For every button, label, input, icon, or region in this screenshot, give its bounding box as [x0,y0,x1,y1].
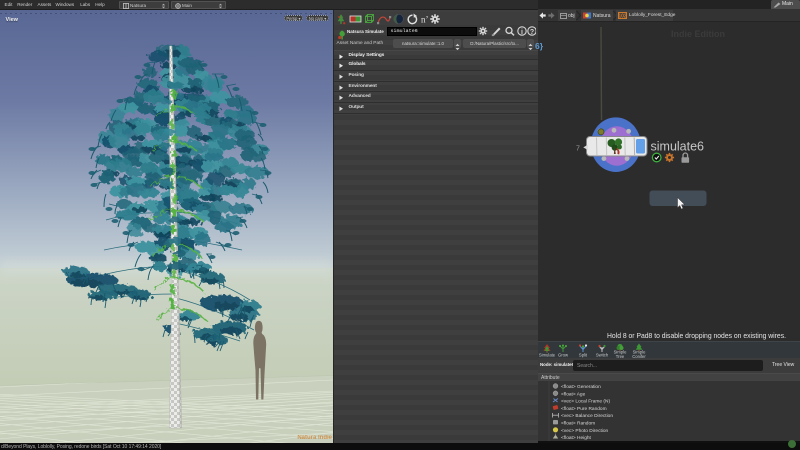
svg-text:<float> Age: <float> Age [561,391,586,397]
svg-text:Split: Split [579,353,588,358]
svg-text:Grow: Grow [558,353,569,358]
svg-text:<vec> Local Frame (N): <vec> Local Frame (N) [561,399,610,405]
svg-text:Simulate: Simulate [539,353,556,358]
svg-text:<float> Pure Random: <float> Pure Random [561,406,607,412]
svg-text:<float> Generation: <float> Generation [561,384,601,390]
svg-text:simulate6: simulate6 [651,140,705,154]
svg-text:<float> Random: <float> Random [561,421,595,427]
svg-text:7: 7 [576,146,580,153]
svg-text:<vec> Balance Direction: <vec> Balance Direction [561,413,613,419]
svg-text:102: 102 [618,13,627,19]
svg-text:Natura Indie: Natura Indie [297,435,332,441]
svg-text:n’: n’ [421,15,429,25]
svg-text:i: i [521,29,523,36]
svg-text:Hold 8 or Pad8 to disable drop: Hold 8 or Pad8 to disable dropping nodes… [607,331,786,340]
svg-text:<vec> Photo Direction: <vec> Photo Direction [561,428,609,434]
svg-text:?: ? [530,28,534,35]
svg-text:Switch: Switch [596,353,609,358]
